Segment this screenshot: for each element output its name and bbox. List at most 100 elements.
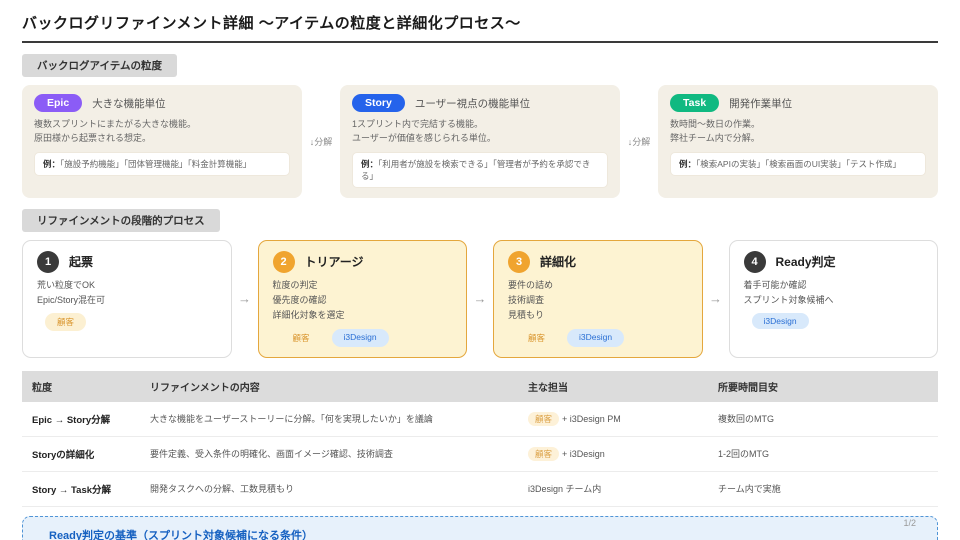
i3design-badge: i3Design [567,329,624,347]
step-title: 詳細化 [540,253,576,270]
cell-granularity: Storyの詳細化 [22,437,140,471]
story-badge: Story [352,94,405,112]
decompose-arrow: ↓分解 [620,85,658,198]
step-number-circle: 2 [273,251,295,273]
column-header-duration: 所要時間目安 [708,371,938,402]
desc-line: ユーザーが価値を感じられる単位。 [352,132,608,146]
card-title: ユーザー視点の機能単位 [415,96,530,111]
step-header: 4 Ready判定 [744,251,924,273]
granularity-cards-row: Epic 大きな機能単位 複数スプリントにまたがる大きな機能。 原田様から起票さ… [22,85,938,198]
example-text: 「検索APIの実装」「検索画面のUI実装」「テスト作成」 [696,159,901,169]
table-row: Story → Task分解 開発タスクへの分解、工数見積もり i3Design… [22,472,938,507]
step-details: 要件の詰め 技術調査 見積もり [508,278,688,324]
cell-owner: 顧客+ i3Design [518,437,708,471]
step-arrow-icon: → [232,240,258,358]
customer-badge: 顧客 [528,447,559,461]
customer-badge: 顧客 [281,329,322,347]
desc-line: 数時間〜数日の作業。 [670,118,926,132]
owner-text: i3Design チーム内 [528,484,601,494]
cell-owner: i3Design チーム内 [518,472,708,505]
card-header: Task 開発作業単位 [670,94,926,112]
epic-badge: Epic [34,94,82,112]
cell-granularity: Epic → Story分解 [22,402,140,436]
step-number-circle: 3 [508,251,530,273]
step-badges: 顧客 i3Design [281,329,453,347]
customer-badge: 顧客 [45,313,86,331]
step-line: スプリント対象候補へ [744,293,924,308]
step-line: 見積もり [508,308,688,323]
example-label: 例： [361,159,378,169]
step-details: 粒度の判定 優先度の確認 詳細化対象を選定 [273,278,453,324]
desc-line: 複数スプリントにまたがる大きな機能。 [34,118,290,132]
column-header-content: リファインメントの内容 [140,371,518,402]
page-number: 1/2 [903,518,916,528]
cell-duration: チーム内で実施 [708,472,938,505]
step-line: 技術調査 [508,293,688,308]
i3design-badge: i3Design [332,329,389,347]
section-label-process: リファインメントの段階的プロセス [22,209,220,232]
card-description: 1スプリント内で完結する機能。 ユーザーが価値を感じられる単位。 [352,118,608,146]
owner-text: + i3Design [562,449,605,459]
table-row: Epic → Story分解 大きな機能をユーザーストーリーに分解。「何を実現し… [22,402,938,437]
card-title: 大きな機能単位 [92,96,166,111]
table-header-row: 粒度 リファインメントの内容 主な担当 所要時間目安 [22,371,938,402]
step-line: 粒度の判定 [273,278,453,293]
example-box: 例：「検索APIの実装」「検索画面のUI実装」「テスト作成」 [670,152,926,176]
card-header: Story ユーザー視点の機能単位 [352,94,608,112]
step-line: 荒い粒度でOK [37,278,217,293]
step-details: 着手可能か確認 スプリント対象候補へ [744,278,924,309]
cell-content: 要件定義、受入条件の明確化、画面イメージ確認、技術調査 [140,437,518,470]
step-number-circle: 1 [37,251,59,273]
step-line: 優先度の確認 [273,293,453,308]
ready-criteria-title: Ready判定の基準（スプリント対象候補になる条件） [49,527,911,540]
example-label: 例： [679,159,696,169]
page-title: バックログリファインメント詳細 〜アイテムの粒度と詳細化プロセス〜 [22,12,938,43]
step-line: 要件の詰め [508,278,688,293]
step-badges: 顧客 i3Design [516,329,688,347]
decompose-arrow: ↓分解 [302,85,340,198]
step-line: Epic/Story混在可 [37,293,217,308]
cell-content: 大きな機能をユーザーストーリーに分解。「何を実現したいか」を議論 [140,402,518,435]
cell-content: 開発タスクへの分解、工数見積もり [140,472,518,505]
process-step-4: 4 Ready判定 着手可能か確認 スプリント対象候補へ i3Design [729,240,939,358]
process-step-3: 3 詳細化 要件の詰め 技術調査 見積もり 顧客 i3Design [493,240,703,358]
example-text: 「施設予約機能」「団体管理機能」「料金計算機能」 [60,159,251,169]
cell-owner: 顧客+ i3Design PM [518,402,708,436]
refinement-table: 粒度 リファインメントの内容 主な担当 所要時間目安 Epic → Story分… [22,371,938,507]
step-header: 3 詳細化 [508,251,688,273]
card-description: 複数スプリントにまたがる大きな機能。 原田様から起票される想定。 [34,118,290,146]
step-header: 2 トリアージ [273,251,453,273]
i3design-badge: i3Design [752,313,809,329]
desc-line: 1スプリント内で完結する機能。 [352,118,608,132]
step-line: 着手可能か確認 [744,278,924,293]
cell-duration: 1-2回のMTG [708,437,938,470]
step-title: Ready判定 [776,253,836,270]
desc-line: 原田様から起票される想定。 [34,132,290,146]
step-badges: i3Design [752,313,924,329]
example-text: 「利用者が施設を検索できる」「管理者が予約を承認できる」 [361,159,590,181]
section-label-granularity: バックログアイテムの粒度 [22,54,177,77]
slide: バックログリファインメント詳細 〜アイテムの粒度と詳細化プロセス〜 バックログア… [0,0,960,540]
granularity-card-epic: Epic 大きな機能単位 複数スプリントにまたがる大きな機能。 原田様から起票さ… [22,85,302,198]
owner-text: + i3Design PM [562,414,621,424]
customer-badge: 顧客 [516,329,557,347]
example-box: 例：「利用者が施設を検索できる」「管理者が予約を承認できる」 [352,152,608,188]
step-number-circle: 4 [744,251,766,273]
granularity-card-task: Task 開発作業単位 数時間〜数日の作業。 弊社チーム内で分解。 例：「検索A… [658,85,938,198]
example-box: 例：「施設予約機能」「団体管理機能」「料金計算機能」 [34,152,290,176]
card-header: Epic 大きな機能単位 [34,94,290,112]
step-line: 詳細化対象を選定 [273,308,453,323]
example-label: 例： [43,159,60,169]
step-title: トリアージ [305,253,364,270]
card-description: 数時間〜数日の作業。 弊社チーム内で分解。 [670,118,926,146]
step-title: 起票 [69,253,93,270]
column-header-granularity: 粒度 [22,371,140,402]
process-step-1: 1 起票 荒い粒度でOK Epic/Story混在可 顧客 [22,240,232,358]
column-header-owner: 主な担当 [518,371,708,402]
ready-criteria-box: Ready判定の基準（スプリント対象候補になる条件） ☑受入条件が明確 ☑見積も… [22,516,938,540]
step-header: 1 起票 [37,251,217,273]
cell-granularity: Story → Task分解 [22,472,140,506]
step-arrow-icon: → [703,240,729,358]
customer-badge: 顧客 [528,412,559,426]
desc-line: 弊社チーム内で分解。 [670,132,926,146]
